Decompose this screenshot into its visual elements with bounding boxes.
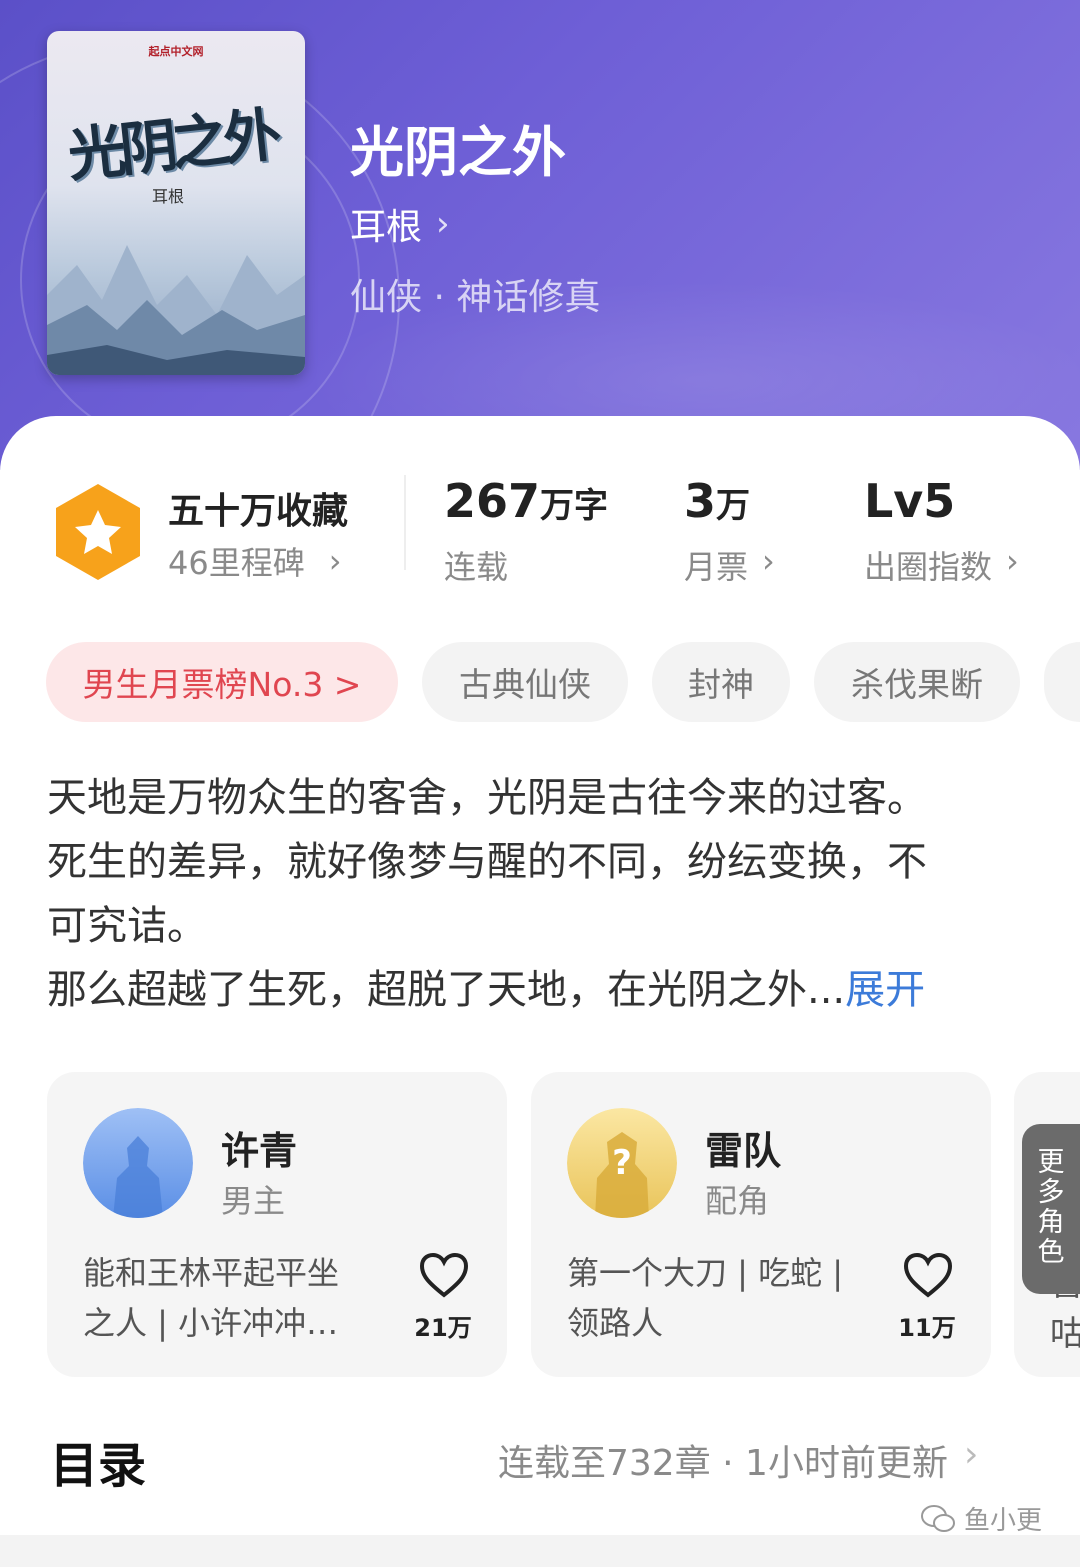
role-desc-line: 第一个大刀 | 吃蛇 | xyxy=(567,1254,844,1292)
word-count: 267万字 xyxy=(444,474,608,528)
monthly-tickets-link[interactable]: 月票 › xyxy=(684,542,775,588)
role-desc-line: 之人 | 小许冲冲… xyxy=(83,1304,339,1342)
tag-rank[interactable]: 男生月票榜No.3 > xyxy=(46,642,398,722)
word-count-value: 267 xyxy=(444,474,541,528)
chevron-right-icon: › xyxy=(436,204,450,244)
toc-title: 目录 xyxy=(50,1438,147,1494)
cover-publisher: 起点中文网 xyxy=(148,45,204,58)
more-roles-button[interactable]: 更多角色 xyxy=(1022,1124,1080,1294)
heart-icon[interactable] xyxy=(419,1252,469,1298)
peek-text: 咕 xyxy=(1050,1314,1080,1354)
favorites-star-badge-icon xyxy=(56,484,140,580)
synopsis-line: 可究诘。 xyxy=(47,903,207,949)
role-name: 许青 xyxy=(221,1129,298,1173)
more-roles-label: 更多角色 xyxy=(1037,1147,1065,1268)
role-desc: 能和王林平起平坐 之人 | 小许冲冲… xyxy=(83,1248,383,1348)
chevron-right-icon: › xyxy=(328,542,342,580)
book-title: 光阴之外 xyxy=(350,120,566,184)
cover-author: 耳根 xyxy=(152,187,185,206)
influence-link[interactable]: 出圈指数 › xyxy=(864,542,1019,588)
favorites-label: 五十万收藏 xyxy=(168,491,349,532)
influence-index[interactable]: Lv5 xyxy=(864,474,955,528)
monthly-tickets[interactable]: 3万 xyxy=(684,474,750,528)
watermark: 鱼小更 xyxy=(920,1500,1042,1537)
role-type: 配角 xyxy=(705,1182,770,1220)
role-name: 雷队 xyxy=(705,1129,782,1173)
role-desc-line: 能和王林平起平坐 xyxy=(83,1254,340,1292)
monthly-tickets-unit: 万 xyxy=(716,486,751,526)
role-desc-line: 领路人 xyxy=(567,1304,664,1342)
book-cover[interactable]: 起点中文网 光阴之外 耳根 xyxy=(47,31,305,375)
wechat-icon xyxy=(921,1504,955,1532)
tag-classic-xianxia[interactable]: 古典仙侠 xyxy=(422,642,628,722)
chevron-right-icon: › xyxy=(762,542,775,580)
influence-label: 出圈指数 xyxy=(864,548,993,586)
stats-divider xyxy=(404,475,406,570)
tag-fengshen[interactable]: 封神 xyxy=(652,642,790,722)
book-genre: 仙侠 · 神话修真 xyxy=(350,277,601,318)
role-type: 男主 xyxy=(221,1182,286,1220)
word-count-unit: 万字 xyxy=(540,486,609,526)
monthly-tickets-label: 月票 xyxy=(684,548,749,586)
heart-icon[interactable] xyxy=(903,1252,953,1298)
bottom-strip xyxy=(0,1535,1080,1567)
svg-text:?: ? xyxy=(612,1143,632,1183)
toc-link[interactable]: 连载至732章 · 1小时前更新 › xyxy=(498,1434,978,1486)
role-avatar: ? xyxy=(567,1108,677,1218)
book-author-link[interactable]: 耳根 › xyxy=(350,198,450,250)
serial-status: 连载 xyxy=(444,548,509,586)
chevron-right-icon: › xyxy=(963,1434,979,1475)
synopsis-line: 天地是万物众生的客舍，光阴是古往今来的过客。 xyxy=(47,775,927,821)
cover-title: 光阴之外 xyxy=(64,100,279,190)
role-desc: 第一个大刀 | 吃蛇 | 领路人 xyxy=(567,1248,867,1348)
toc-status: 连载至732章 · 1小时前更新 xyxy=(498,1443,948,1484)
synopsis-line: 那么超越了生死，超脱了天地，在光阴之外... xyxy=(47,967,846,1013)
role-card[interactable]: ? 雷队 配角 第一个大刀 | 吃蛇 | 领路人 11万 xyxy=(531,1072,991,1377)
tag-decisive[interactable]: 杀伐果断 xyxy=(814,642,1020,722)
book-author-name: 耳根 xyxy=(350,207,423,248)
cover-mountains-illustration xyxy=(47,245,305,375)
watermark-text: 鱼小更 xyxy=(964,1506,1043,1536)
synopsis-line: 死生的差异，就好像梦与醒的不同，纷纭变换，不 xyxy=(47,839,927,885)
synopsis[interactable]: 天地是万物众生的客舍，光阴是古往今来的过客。 死生的差异，就好像梦与醒的不同，纷… xyxy=(47,766,1047,1022)
synopsis-last-line: 那么超越了生死，超脱了天地，在光阴之外...展开 xyxy=(47,958,1047,1022)
role-card[interactable]: 许青 男主 能和王林平起平坐 之人 | 小许冲冲… 21万 xyxy=(47,1072,507,1377)
influence-level: Lv5 xyxy=(864,474,956,528)
milestone-count: 46里程碑 xyxy=(168,544,305,582)
milestone-link[interactable]: 46里程碑 › xyxy=(168,538,342,584)
role-likes: 11万 xyxy=(898,1314,956,1342)
expand-link[interactable]: 展开 xyxy=(845,967,925,1013)
chevron-right-icon: › xyxy=(1006,542,1019,580)
role-likes: 21万 xyxy=(414,1314,472,1342)
monthly-tickets-value: 3 xyxy=(684,474,717,528)
role-avatar xyxy=(83,1108,193,1218)
